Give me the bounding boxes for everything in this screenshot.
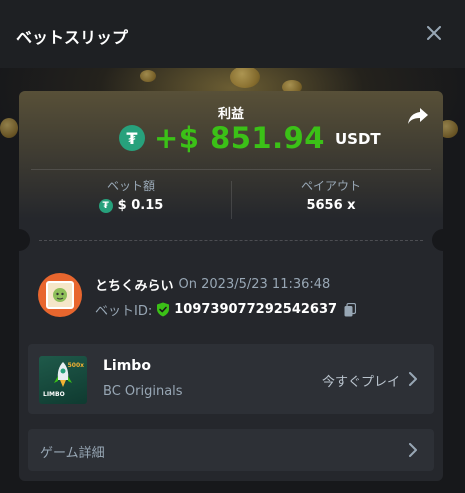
avatar-face-icon xyxy=(53,288,67,302)
bet-card: 利益 ₮ +$ 851.94 USDT ベット額 ₮ $ 0.15 ペイアウト … xyxy=(19,91,443,481)
payout-label: ペイアウト xyxy=(300,179,361,193)
profit-label: 利益 xyxy=(217,107,244,122)
profit-currency: USDT xyxy=(334,130,381,148)
profit-row: ₮ +$ 851.94 USDT xyxy=(119,121,381,155)
bet-amount-stat: ベット額 ₮ $ 0.15 xyxy=(31,177,231,213)
avatar[interactable] xyxy=(38,273,82,317)
share-icon[interactable] xyxy=(407,107,429,125)
copy-icon[interactable] xyxy=(344,302,357,317)
avatar-image xyxy=(46,281,74,309)
user-name[interactable]: とちくみらい xyxy=(95,275,174,294)
user-line: とちくみらい On 2023/5/23 11:36:48 xyxy=(95,275,330,294)
chevron-right-icon xyxy=(409,372,417,386)
game-thumbnail: 500x LIMBO xyxy=(39,356,87,404)
game-row[interactable]: 500x LIMBO Limbo BC Originals 今すぐプレイ xyxy=(28,344,434,414)
chevron-right-icon xyxy=(409,443,417,457)
close-icon[interactable] xyxy=(427,26,441,40)
bet-id-label: ベットID: xyxy=(95,304,153,319)
shield-check-icon xyxy=(157,302,170,317)
bet-amount-label: ベット額 xyxy=(106,179,155,193)
tether-icon: ₮ xyxy=(119,125,145,151)
modal-title: ベットスリップ xyxy=(16,28,129,47)
tether-icon: ₮ xyxy=(98,198,113,213)
play-now-link[interactable]: 今すぐプレイ xyxy=(322,371,400,390)
bet-amount-value: ₮ $ 0.15 xyxy=(31,198,231,213)
payout-text: 5656 x xyxy=(306,198,356,213)
game-provider: BC Originals xyxy=(103,384,183,399)
profit-value: +$ 851.94 xyxy=(154,121,325,155)
ticket-notch-right xyxy=(432,229,443,251)
bet-timestamp: On 2023/5/23 11:36:48 xyxy=(178,277,331,292)
decorative-coin xyxy=(140,70,156,82)
payout-stat: ペイアウト 5656 x xyxy=(231,177,431,213)
thumb-badge: 500x xyxy=(67,362,84,369)
bet-id-value: 109739077292542637 xyxy=(174,302,338,317)
game-title: Limbo xyxy=(103,358,151,374)
payout-value: 5656 x xyxy=(231,198,431,213)
bet-slip-modal: ベットスリップ 利益 ₮ +$ 851.94 USDT ベット額 ₮ $ 0.1… xyxy=(0,0,465,493)
thumb-title: LIMBO xyxy=(43,391,65,398)
dashed-divider xyxy=(39,240,423,241)
game-details-row[interactable]: ゲーム詳細 xyxy=(28,429,434,471)
decorative-coin xyxy=(230,66,260,88)
bet-id-line: ベットID: 109739077292542637 xyxy=(95,300,357,319)
game-details-label: ゲーム詳細 xyxy=(40,446,105,461)
tether-symbol: ₮ xyxy=(126,128,138,148)
modal-header: ベットスリップ xyxy=(0,0,465,68)
decorative-coin xyxy=(0,118,18,138)
divider xyxy=(31,169,431,170)
bet-amount-text: $ 0.15 xyxy=(117,198,164,213)
